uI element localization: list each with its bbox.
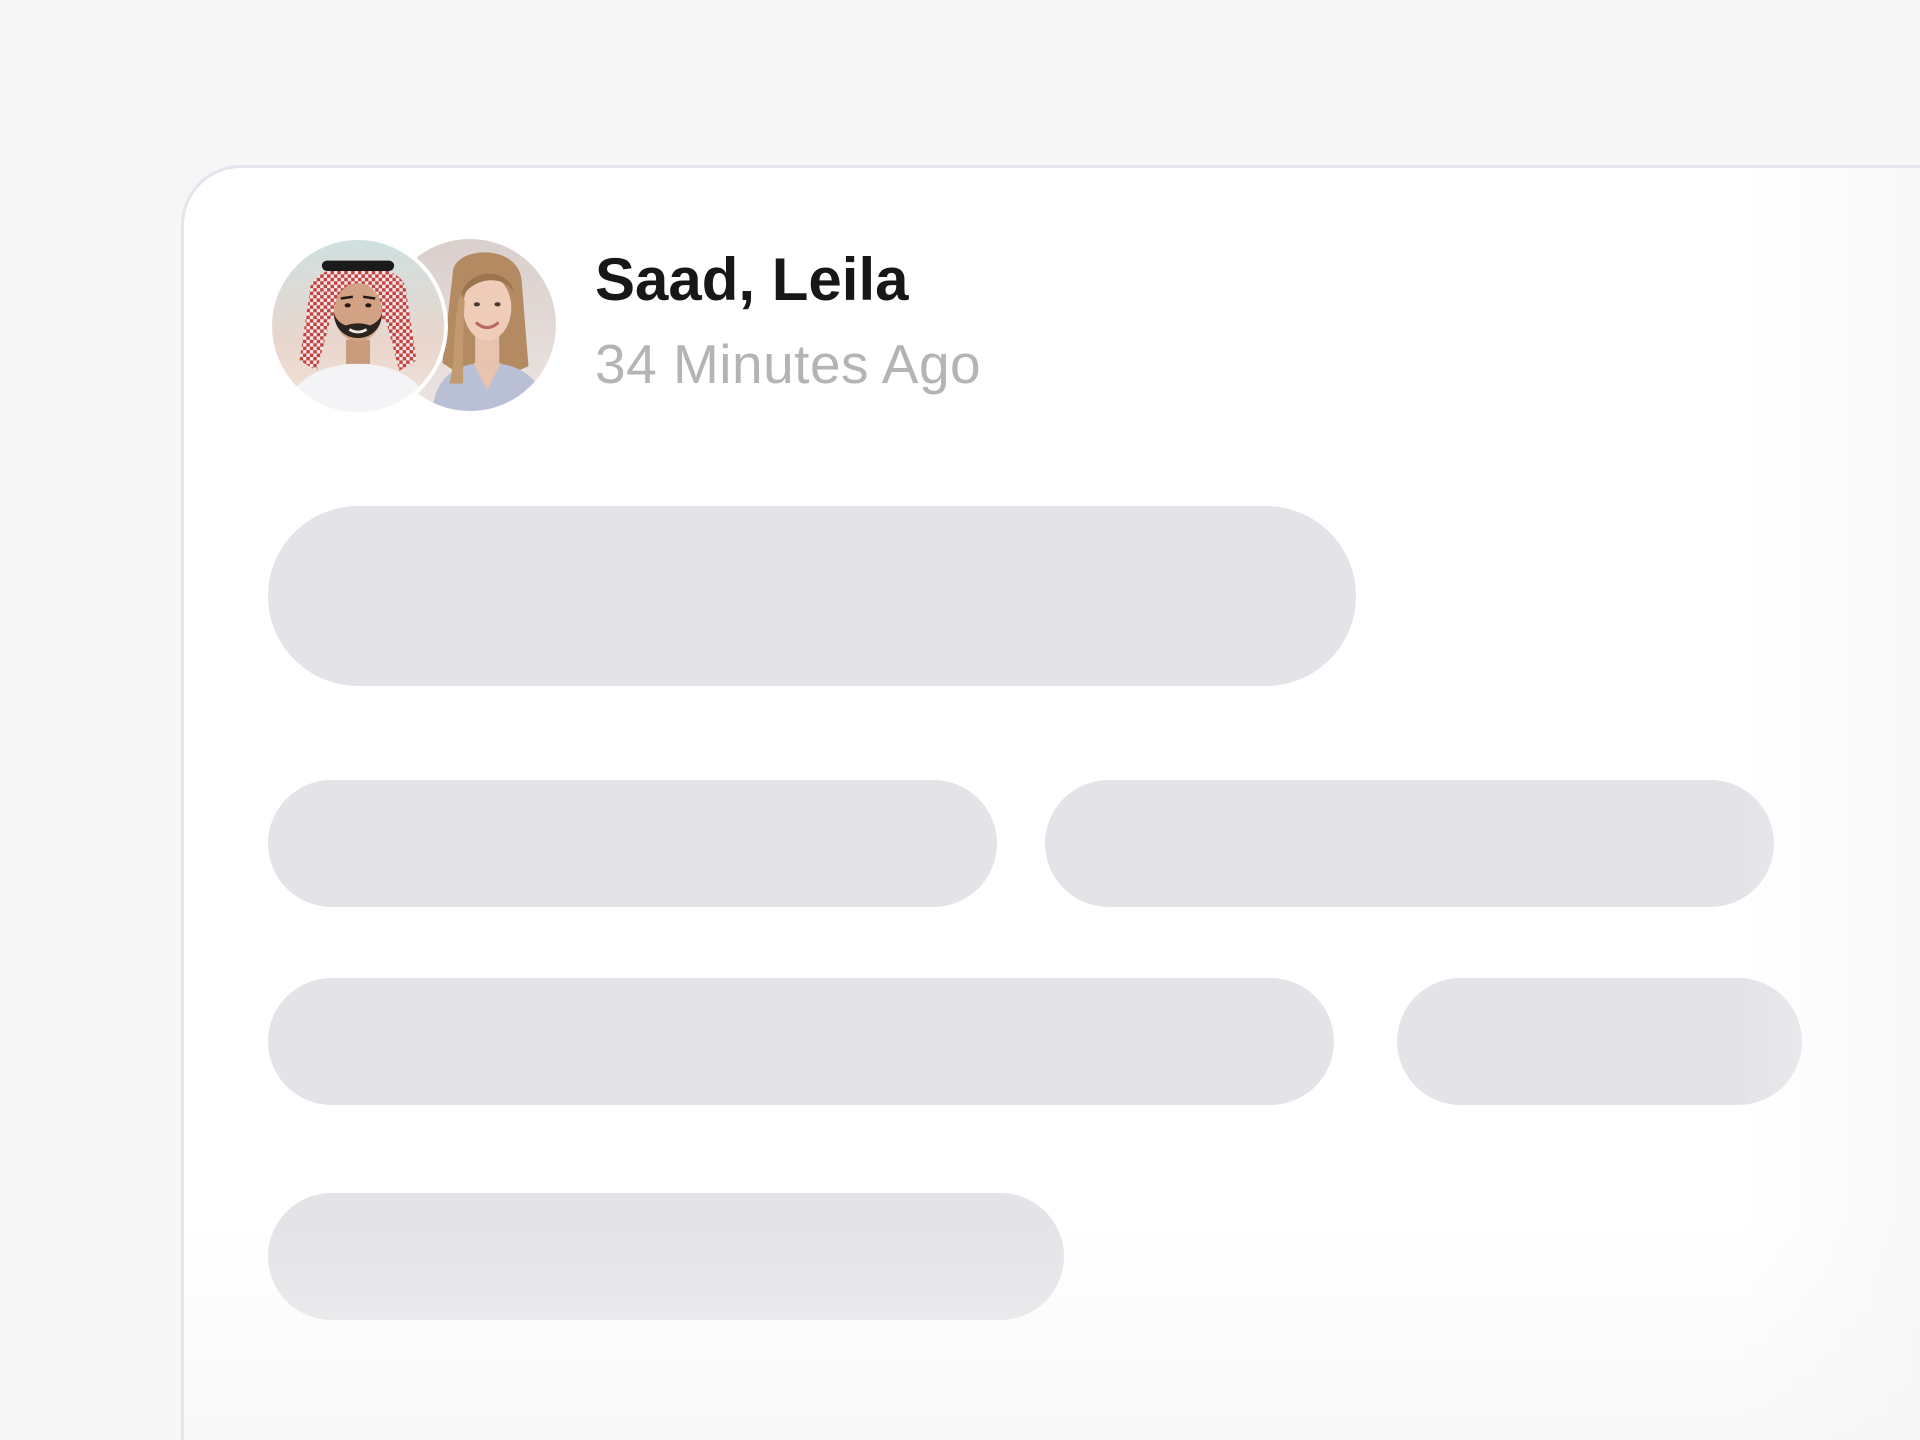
man-ghutra-portrait-icon xyxy=(272,240,444,412)
card-fade-right xyxy=(1741,168,1920,1440)
skeleton-title xyxy=(268,506,1356,686)
avatar-group[interactable] xyxy=(268,235,560,416)
skeleton-line-2a xyxy=(268,978,1334,1105)
skeleton-line-1a xyxy=(268,780,997,907)
page-canvas: Saad, Leila 34 Minutes Ago xyxy=(0,0,1920,1440)
post-card: Saad, Leila 34 Minutes Ago xyxy=(181,165,1920,1440)
author-names[interactable]: Saad, Leila xyxy=(595,244,981,316)
skeleton-line-1b xyxy=(1045,780,1774,907)
skeleton-line-2b xyxy=(1397,978,1802,1105)
avatar-saad[interactable] xyxy=(268,236,448,416)
post-header: Saad, Leila 34 Minutes Ago xyxy=(268,235,981,416)
post-timestamp: 34 Minutes Ago xyxy=(595,333,982,395)
skeleton-line-3 xyxy=(268,1193,1064,1320)
post-meta: Saad, Leila 34 Minutes Ago xyxy=(595,236,981,416)
